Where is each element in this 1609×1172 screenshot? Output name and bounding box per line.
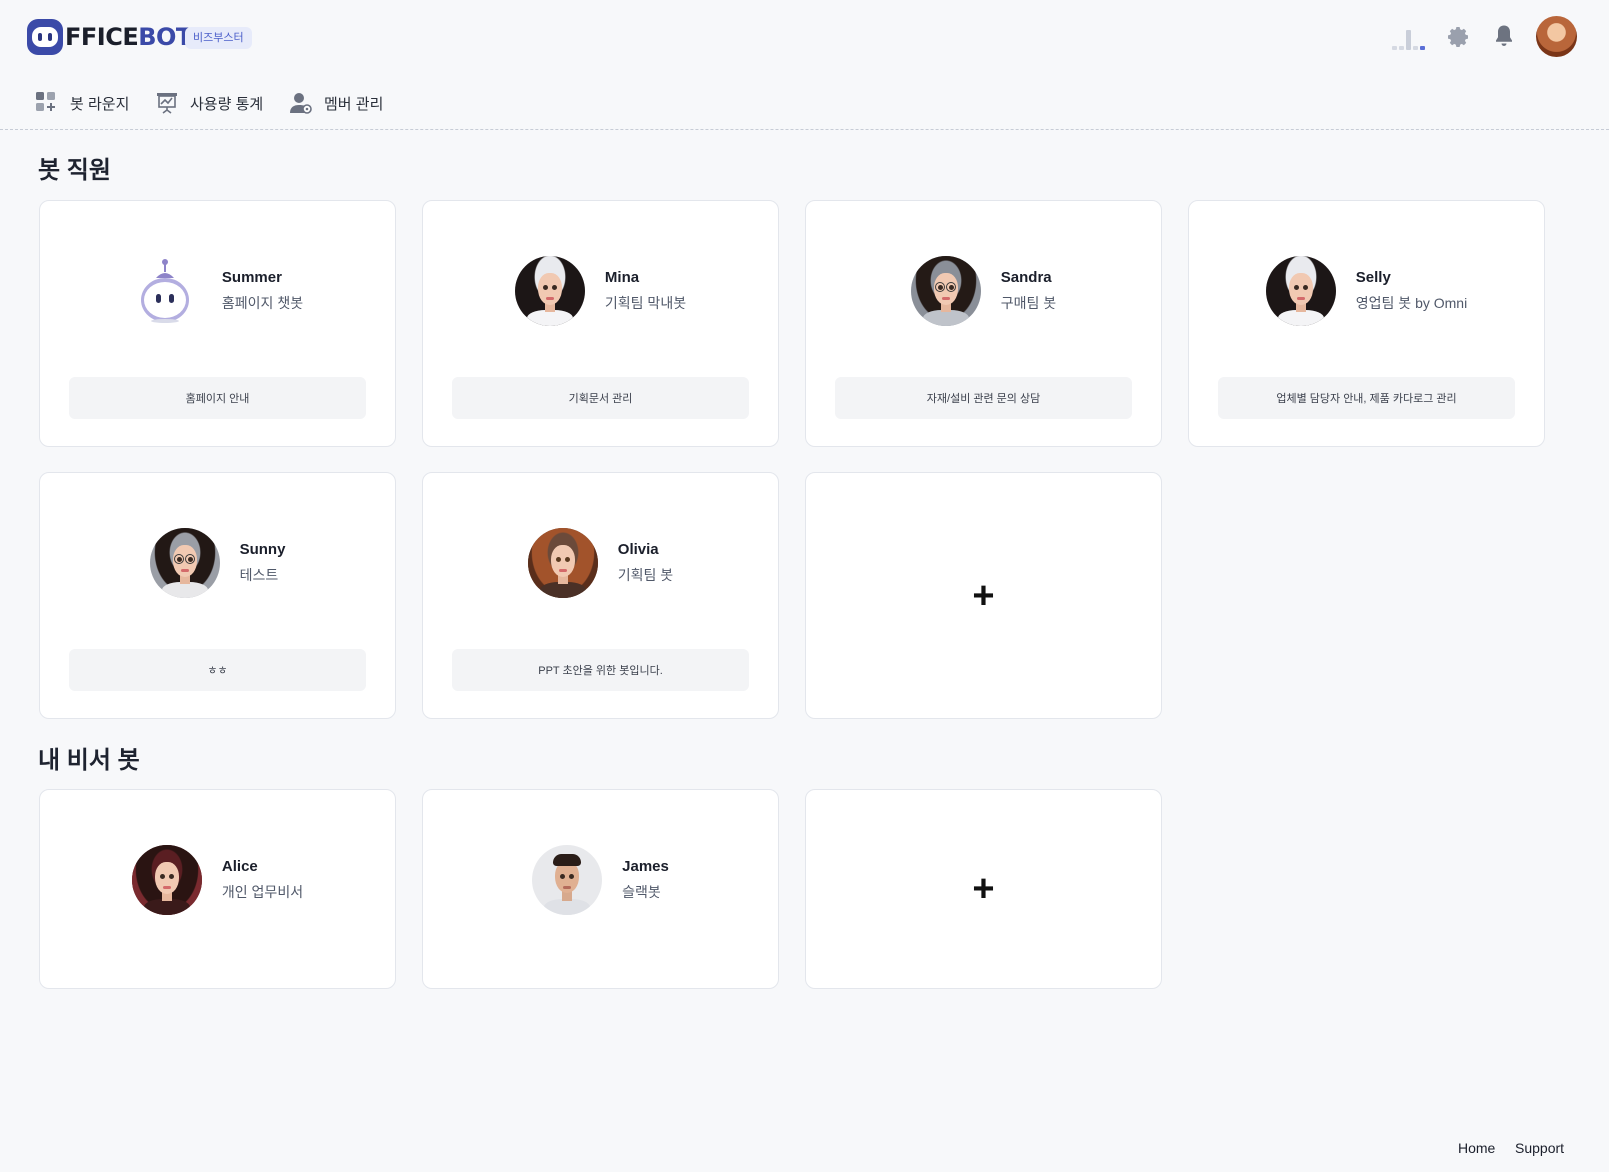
nav-item-usage-stats[interactable]: 사용량 통계 [156, 88, 263, 118]
robot-avatar-icon [132, 256, 202, 326]
nav-item-label: 멤버 관리 [324, 95, 384, 113]
assistant-card-james[interactable]: James 슬랙봇 [422, 789, 779, 989]
bot-card-mina[interactable]: Mina 기획팀 막내봇 기획문서 관리 [422, 200, 779, 447]
bot-role: 테스트 [239, 567, 279, 583]
nav-item-member-management[interactable]: 멤버 관리 [290, 88, 383, 118]
nav-item-label: 사용량 통계 [190, 95, 264, 113]
assistant-name: Alice [221, 858, 258, 875]
bot-role: 영업팀 봇 by Omni [1355, 295, 1468, 311]
section-title-my-assistant: 내 비서 봇 [38, 747, 140, 774]
presentation-chart-icon [157, 93, 177, 114]
bot-name: Sandra [1000, 269, 1052, 286]
logo-wordmark-prefix: FFICE [65, 23, 139, 51]
nav-item-bot-lounge[interactable]: 봇 라운지 [36, 88, 129, 118]
officebot-logo[interactable]: FFICEBOT [27, 17, 192, 57]
main-nav: 봇 라운지 사용량 통계 멤버 관리 [0, 74, 1609, 130]
bot-role: 기획팀 막내봇 [604, 295, 687, 311]
app-header: FFICEBOT 비즈부스터 [0, 0, 1609, 74]
bot-avatar [532, 845, 603, 915]
bot-card-olivia[interactable]: Olivia 기획팀 봇 PPT 초안을 위한 봇입니다. [422, 472, 779, 719]
assistant-role: 슬랙봇 [622, 884, 661, 900]
logo-wordmark-suffix: BOT [138, 23, 192, 51]
bot-name: Olivia [617, 541, 659, 558]
bot-card-selly[interactable]: Selly 영업팀 봇 by Omni 업체별 담당자 안내, 제품 카다로그 … [1188, 200, 1545, 447]
bot-avatar [149, 528, 220, 598]
add-bot-staff-button[interactable]: + [805, 472, 1162, 719]
bot-avatar [131, 845, 202, 915]
logo-wordmark: FFICEBOT [65, 23, 192, 51]
bot-avatar [1265, 256, 1336, 326]
bot-name: Summer [221, 269, 282, 286]
section-title-bot-staff: 봇 직원 [38, 157, 111, 184]
assistant-name: James [622, 858, 669, 875]
bot-description: 기획문서 관리 [452, 377, 749, 419]
bot-description: 자재/설비 관련 문의 상담 [835, 377, 1132, 419]
plus-icon: + [972, 868, 995, 910]
bot-role: 기획팀 봇 [617, 567, 674, 583]
gear-icon[interactable] [1447, 25, 1471, 49]
assistant-role: 개인 업무비서 [221, 884, 304, 900]
usage-meter-icon[interactable] [1392, 28, 1428, 50]
bot-card-summer[interactable]: Summer 홈페이지 챗봇 홈페이지 안내 [39, 200, 396, 447]
add-assistant-button[interactable]: + [805, 789, 1162, 989]
bot-avatar [514, 256, 585, 326]
bot-role: 홈페이지 챗봇 [221, 295, 304, 311]
plan-badge: 비즈부스터 [185, 27, 252, 49]
bot-description: ㅎㅎ [69, 649, 366, 691]
plus-icon: + [972, 574, 995, 617]
grid-plus-icon [36, 92, 55, 111]
bot-name: Sunny [239, 541, 286, 558]
bot-card-sunny[interactable]: Sunny 테스트 ㅎㅎ [39, 472, 396, 719]
bot-role: 구매팀 봇 [1000, 295, 1057, 311]
user-avatar[interactable] [1536, 16, 1577, 57]
bot-avatar [910, 256, 981, 326]
assistant-card-alice[interactable]: Alice 개인 업무비서 [39, 789, 396, 989]
bell-icon[interactable] [1493, 24, 1515, 48]
user-gear-icon [290, 93, 312, 114]
footer-home-link[interactable]: Home [1458, 1140, 1495, 1156]
bot-card-sandra[interactable]: Sandra 구매팀 봇 자재/설비 관련 문의 상담 [805, 200, 1162, 447]
bot-description: 홈페이지 안내 [69, 377, 366, 419]
footer-support-link[interactable]: Support [1515, 1140, 1564, 1156]
bot-avatar [527, 528, 598, 598]
bot-description: PPT 초안을 위한 봇입니다. [452, 649, 749, 691]
robot-logo-icon [27, 19, 63, 55]
bot-name: Selly [1355, 269, 1391, 286]
bot-name: Mina [604, 269, 640, 286]
nav-item-label: 봇 라운지 [70, 95, 130, 113]
bot-description: 업체별 담당자 안내, 제품 카다로그 관리 [1218, 377, 1515, 419]
